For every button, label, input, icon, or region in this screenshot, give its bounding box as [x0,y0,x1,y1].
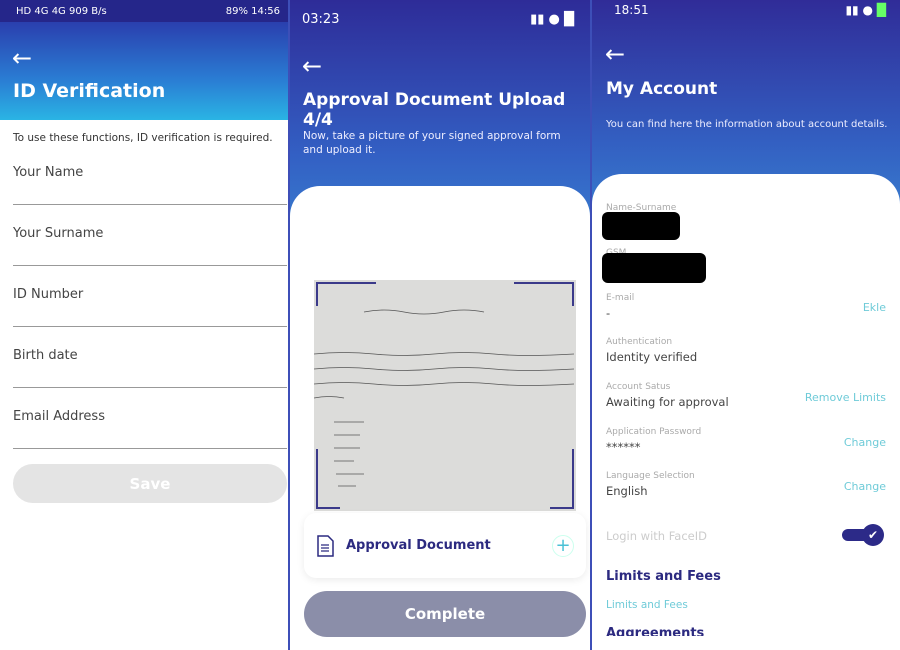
account-status-row: Account Satus Awaiting for approval Remove… [606,382,886,409]
redacted-gsm [602,253,706,283]
faceid-toggle[interactable]: ✔ [842,524,884,546]
field-label: Your Surname [13,226,104,241]
status-signal: HD 4G 4G 909 B/s [16,5,107,17]
page-title: ID Verification [13,80,166,102]
change-password-link[interactable]: Change [844,436,886,449]
back-arrow-icon[interactable]: ← [605,42,625,66]
status-time: 18:51 [614,3,649,17]
crop-corner[interactable] [550,449,574,509]
document-label: Approval Document [346,538,491,553]
name-field[interactable]: Your Name [13,144,287,205]
approval-upload-screen: 03:23 ▮▮ ● █ ← Approval Document Upload 4… [290,0,590,650]
back-arrow-icon[interactable]: ← [12,46,32,70]
remove-limits-link[interactable]: Remove Limits [805,391,886,404]
page-subtitle: You can find here the information about … [606,119,888,130]
crop-corner[interactable] [514,282,574,306]
surname-field[interactable]: Your Surname [13,205,287,266]
page-title: My Account [606,79,718,99]
instructions: Now, take a picture of your signed appro… [303,130,561,156]
birth-date-field[interactable]: Birth date [13,327,287,388]
language-row: Language Selection English Change [606,471,886,498]
status-bar: 03:23 ▮▮ ● █ [302,12,574,27]
my-account-screen: 18:51 ▮▮ ● █ ← My Account You can find he… [592,0,900,650]
agreements-heading: Aggreements [606,626,705,636]
status-time: 03:23 [302,12,340,27]
back-arrow-icon[interactable]: ← [302,54,322,78]
page-title: Approval Document Upload 4/4 [303,90,566,130]
authentication-row: Authentication Identity verified [606,337,886,364]
change-language-link[interactable]: Change [844,480,886,493]
status-time: 14:56 [251,5,280,17]
row-value: - [606,306,611,320]
handwritten-form-image [314,309,575,487]
complete-button[interactable]: Complete [304,591,586,637]
header: ← ID Verification [0,22,288,120]
info-text: To use these functions, ID verification … [13,132,273,144]
signal-wifi-battery-icon: ▮▮ ● █ [845,3,886,17]
email-field[interactable]: Email Address [13,388,287,449]
document-photo[interactable] [314,280,576,511]
field-label: Your Name [13,165,84,180]
row-label: E-mail [606,293,635,303]
crop-corner[interactable] [316,282,376,306]
field-label: Email Address [13,409,105,424]
status-bar: HD 4G 4G 909 B/s 89% 14:56 [0,0,288,22]
id-number-field[interactable]: ID Number [13,266,287,327]
email-row: E-mail - Ekle [606,293,886,320]
signal-wifi-battery-icon: ▮▮ ● █ [530,12,574,27]
save-button[interactable]: Save [13,464,287,503]
password-row: Application Password ****** Change [606,427,886,454]
field-label: ID Number [13,287,84,302]
status-bar: 18:51 ▮▮ ● █ [614,3,886,17]
field-label: Birth date [13,348,78,363]
status-right: 89% 14:56 [226,6,280,17]
approval-document-item[interactable]: Approval Document + [304,513,586,578]
redacted-name [602,212,680,240]
limits-heading: Limits and Fees [606,569,721,584]
add-icon[interactable]: + [552,534,574,557]
document-icon [317,534,334,557]
battery-level: 89% [225,5,248,17]
limits-link[interactable]: Limits and Fees [606,599,886,611]
add-email-link[interactable]: Ekle [863,301,886,314]
id-verification-screen: HD 4G 4G 909 B/s 89% 14:56 ← ID Verifica… [0,0,288,650]
check-icon: ✔ [862,524,884,546]
row-label: Authentication [606,337,673,347]
crop-corner[interactable] [316,449,340,509]
row-value: Identity verified [606,350,698,364]
